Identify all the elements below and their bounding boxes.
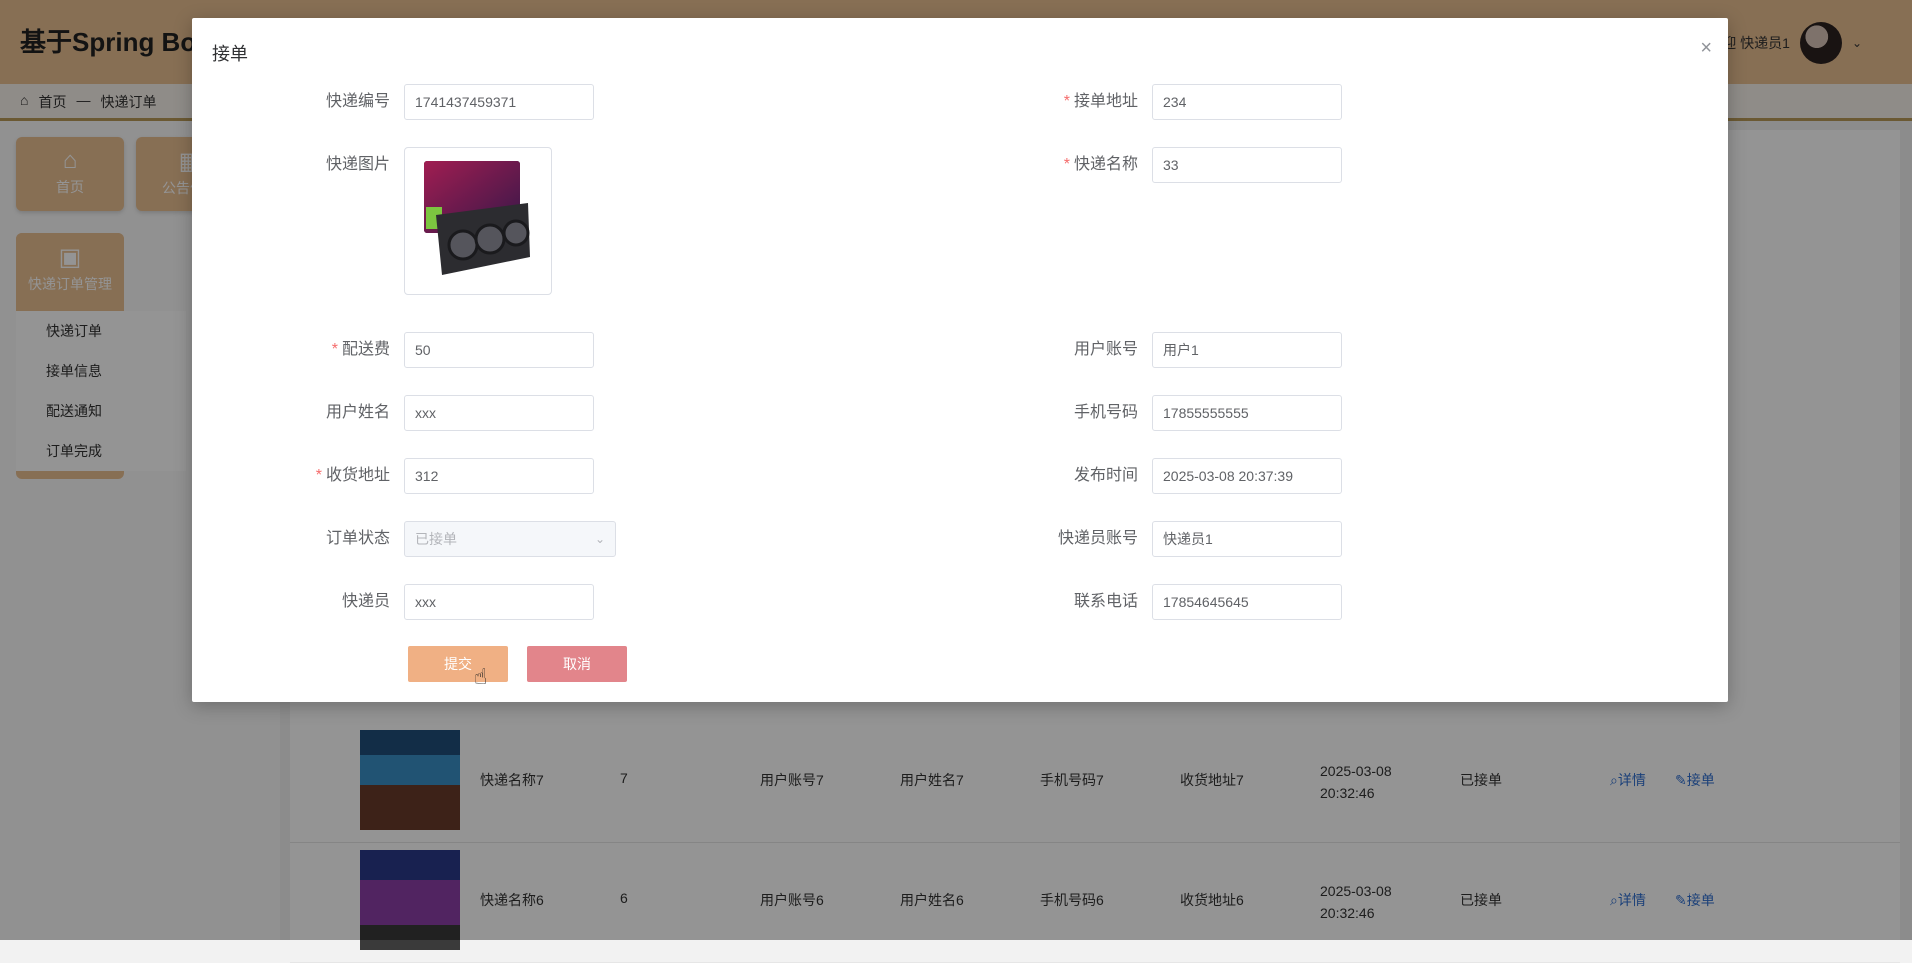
field-order-status: 订单状态 已接单 ⌄	[284, 521, 616, 557]
express-image[interactable]	[404, 147, 552, 295]
delivery-fee-input[interactable]: 50	[404, 332, 594, 368]
required-mark: *	[1063, 156, 1070, 173]
field-label: 快递编号	[325, 93, 390, 110]
express-name-input[interactable]: 33	[1152, 147, 1342, 183]
required-mark: *	[331, 341, 338, 358]
order-status-value: 已接单	[415, 531, 457, 547]
field-label: 快递员	[341, 593, 390, 610]
submit-button[interactable]: 提交	[408, 646, 508, 682]
field-publish-time: 发布时间 2025-03-08 20:37:39	[1032, 458, 1342, 494]
field-user-name: 用户姓名 xxx	[284, 395, 594, 431]
field-label: 联系电话	[1073, 593, 1138, 610]
field-courier-account: 快递员账号 快递员1	[1032, 521, 1342, 557]
dialog-title: 接单	[212, 44, 248, 64]
hand-pointer-icon: ☝	[474, 664, 488, 689]
field-label: * 收货地址	[315, 467, 390, 484]
graphics-card-image	[424, 161, 530, 275]
field-pickup-address: * 接单地址 234	[1032, 84, 1342, 120]
field-label: 订单状态	[325, 530, 390, 547]
field-phone: 手机号码 17855555555	[1032, 395, 1342, 431]
field-label: 发布时间	[1073, 467, 1138, 484]
field-delivery-fee: * 配送费 50	[284, 332, 594, 368]
order-status-select[interactable]: 已接单 ⌄	[404, 521, 616, 557]
field-label: 快递图片	[325, 156, 390, 173]
required-mark: *	[315, 467, 322, 484]
publish-time-input[interactable]: 2025-03-08 20:37:39	[1152, 458, 1342, 494]
field-label: 快递员账号	[1057, 530, 1138, 547]
field-user-account: 用户账号 用户1	[1032, 332, 1342, 368]
field-express-image: 快递图片	[284, 147, 552, 295]
user-name-input[interactable]: xxx	[404, 395, 594, 431]
field-label: * 接单地址	[1063, 93, 1138, 110]
courier-account-input[interactable]: 快递员1	[1152, 521, 1342, 557]
field-label: 用户姓名	[325, 404, 390, 421]
express-no-input[interactable]: 1741437459371	[404, 84, 594, 120]
field-courier: 快递员 xxx	[284, 584, 594, 620]
field-label: * 配送费	[331, 341, 390, 358]
receive-address-input[interactable]: 312	[404, 458, 594, 494]
field-express-no: 快递编号 1741437459371	[284, 84, 594, 120]
cancel-button[interactable]: 取消	[527, 646, 627, 682]
chevron-down-icon: ⌄	[594, 532, 605, 546]
required-mark: *	[1063, 93, 1070, 110]
take-order-dialog: 接单 × 快递编号 1741437459371 快递图片 * 配送费 50 用户…	[192, 18, 1728, 702]
pickup-address-input[interactable]: 234	[1152, 84, 1342, 120]
field-contact-phone: 联系电话 17854645645	[1032, 584, 1342, 620]
field-label: 手机号码	[1073, 404, 1138, 421]
field-label: 用户账号	[1073, 341, 1138, 358]
field-receive-address: * 收货地址 312	[284, 458, 594, 494]
phone-input[interactable]: 17855555555	[1152, 395, 1342, 431]
user-account-input[interactable]: 用户1	[1152, 332, 1342, 368]
courier-input[interactable]: xxx	[404, 584, 594, 620]
close-icon[interactable]: ×	[1700, 38, 1712, 58]
contact-phone-input[interactable]: 17854645645	[1152, 584, 1342, 620]
field-express-name: * 快递名称 33	[1032, 147, 1342, 183]
field-label: * 快递名称	[1063, 156, 1138, 173]
